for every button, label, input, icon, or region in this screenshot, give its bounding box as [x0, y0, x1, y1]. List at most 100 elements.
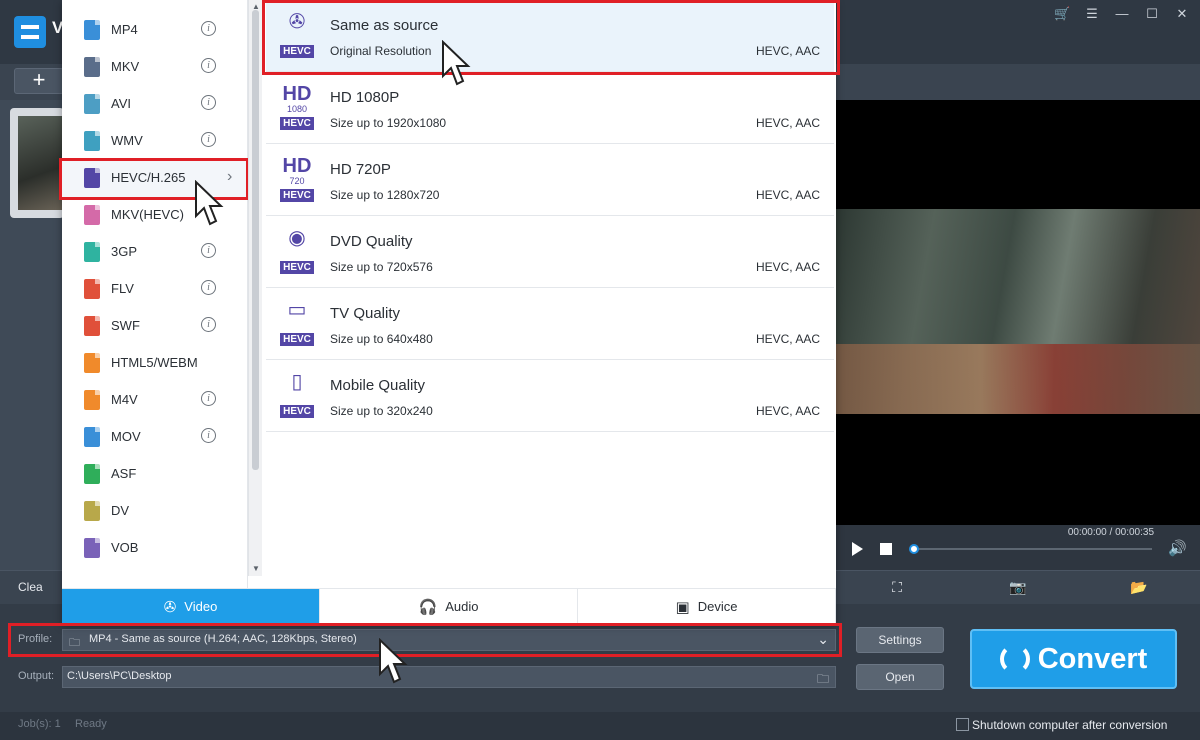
- info-icon[interactable]: i: [201, 428, 216, 443]
- format-item[interactable]: MKV i: [62, 48, 248, 85]
- stop-icon[interactable]: [880, 543, 892, 555]
- output-path-field[interactable]: C:\Users\PC\Desktop 🗀: [62, 666, 836, 688]
- file-format-icon: [84, 131, 100, 151]
- selected-preset-highlight: [262, 0, 840, 75]
- info-icon[interactable]: i: [201, 243, 216, 258]
- format-item[interactable]: AVI i: [62, 85, 248, 122]
- open-button[interactable]: Open: [856, 664, 944, 690]
- info-icon[interactable]: i: [201, 391, 216, 406]
- preset-item[interactable]: ◉ HEVC DVD Quality Size up to 720x576 HEVC, …: [266, 216, 834, 288]
- tab-label: Video: [184, 599, 218, 614]
- preset-subtitle: Size up to 720x576: [330, 260, 433, 274]
- preset-codec: HEVC, AAC: [755, 404, 820, 418]
- seek-bar[interactable]: [910, 548, 1152, 550]
- format-item[interactable]: M4V i: [62, 381, 248, 418]
- preset-item[interactable]: HD 720 HEVC HD 720P Size up to 1280x720 HEVC,…: [266, 144, 834, 216]
- convert-button[interactable]: Convert: [970, 629, 1177, 689]
- preset-item[interactable]: ▯ HEVC Mobile Quality Size up to 320x240 HEV…: [266, 360, 834, 432]
- file-format-icon: [84, 464, 100, 484]
- format-dropdown: MP4 i MKV i AVI i WMV i HEVC/H.265 › MKV(HEVC) 3GP i…: [59, 0, 840, 624]
- menu-icon[interactable]: ☰: [1084, 6, 1100, 22]
- shutdown-checkbox[interactable]: [956, 718, 969, 731]
- thumbnail-image: [18, 116, 64, 210]
- minimize-icon[interactable]: —: [1114, 6, 1130, 22]
- format-name: HEVC/H.265: [111, 170, 186, 185]
- preset-codec: HEVC, AAC: [755, 260, 820, 274]
- app-logo: [14, 16, 46, 48]
- preset-codec: HEVC, AAC: [755, 116, 820, 130]
- format-item[interactable]: SWF i: [62, 307, 248, 344]
- preset-codec: HEVC, AAC: [755, 332, 820, 346]
- time-readout: 00:00:00 / 00:00:35: [1067, 527, 1154, 538]
- info-icon[interactable]: i: [201, 21, 216, 36]
- refresh-icon: [999, 644, 1030, 674]
- video-frame: [835, 209, 1200, 414]
- scroll-down-icon[interactable]: ▼: [252, 564, 260, 573]
- add-file-button[interactable]: +: [14, 68, 64, 94]
- film-reel-icon: ✇: [163, 598, 177, 616]
- tab-device[interactable]: ▣ Device: [578, 589, 836, 624]
- preset-title: DVD Quality: [330, 233, 413, 250]
- maximize-icon[interactable]: ☐: [1144, 6, 1160, 22]
- file-format-icon: [84, 94, 100, 114]
- browse-folder-icon[interactable]: 🗀: [817, 670, 829, 691]
- format-name: MKV(HEVC): [111, 207, 184, 222]
- headphones-icon: 🎧: [418, 598, 438, 616]
- format-item[interactable]: MP4 i: [62, 11, 248, 48]
- hevc-preset-icon: HD 720 HEVC: [280, 154, 314, 202]
- device-icon: ▣: [675, 598, 690, 616]
- preset-item[interactable]: HD 1080 HEVC HD 1080P Size up to 1920x1080 HE…: [266, 72, 834, 144]
- preset-glyph: ◉: [288, 227, 306, 249]
- category-tabs: ✇ Video 🎧 Audio ▣ Device: [62, 588, 836, 624]
- play-icon[interactable]: [852, 542, 863, 556]
- file-format-icon: [84, 427, 100, 447]
- volume-icon[interactable]: 🔊: [1168, 540, 1187, 558]
- tab-video[interactable]: ✇ Video: [62, 589, 320, 624]
- format-item[interactable]: VOB: [62, 529, 248, 566]
- info-icon[interactable]: i: [201, 132, 216, 147]
- cart-icon[interactable]: 🛒: [1054, 6, 1070, 22]
- format-name: WMV: [111, 133, 143, 148]
- profile-highlight: [8, 623, 842, 657]
- file-format-icon: [84, 242, 100, 262]
- info-icon[interactable]: i: [201, 95, 216, 110]
- settings-button[interactable]: Settings: [856, 627, 944, 653]
- preset-item[interactable]: ▭ HEVC TV Quality Size up to 640x480 HEVC, A…: [266, 288, 834, 360]
- format-item[interactable]: DV: [62, 492, 248, 529]
- format-name: VOB: [111, 540, 139, 555]
- format-item[interactable]: HTML5/WEBM: [62, 344, 248, 381]
- format-name: MOV: [111, 429, 141, 444]
- format-item[interactable]: WMV i: [62, 122, 248, 159]
- info-icon[interactable]: i: [201, 58, 216, 73]
- format-item[interactable]: ASF: [62, 455, 248, 492]
- info-icon[interactable]: i: [201, 280, 216, 295]
- info-icon[interactable]: i: [201, 317, 216, 332]
- format-item[interactable]: 3GP i: [62, 233, 248, 270]
- file-thumbnail[interactable]: [10, 108, 64, 218]
- preset-subtitle: Size up to 1920x1080: [330, 116, 447, 130]
- file-format-icon: [84, 316, 100, 336]
- preset-subtitle: Size up to 1280x720: [330, 188, 440, 202]
- snapshot-icon[interactable]: 📷: [1009, 578, 1027, 596]
- format-scrollbar[interactable]: ▲ ▼: [248, 0, 262, 576]
- tab-label: Audio: [445, 599, 479, 614]
- clear-button[interactable]: Clea: [18, 580, 43, 594]
- hevc-badge: HEVC: [280, 405, 314, 418]
- format-name: M4V: [111, 392, 138, 407]
- format-item[interactable]: FLV i: [62, 270, 248, 307]
- format-item[interactable]: MOV i: [62, 418, 248, 455]
- open-folder-icon[interactable]: 📂: [1130, 578, 1148, 596]
- tab-audio[interactable]: 🎧 Audio: [320, 589, 578, 624]
- file-format-icon: [84, 501, 100, 521]
- close-icon[interactable]: ✕: [1174, 6, 1190, 22]
- preset-glyph-sub: 720: [289, 176, 305, 186]
- preset-subtitle: Size up to 640x480: [330, 332, 433, 346]
- hevc-preset-icon: ▯ HEVC: [280, 370, 314, 418]
- crop-icon[interactable]: ⛶: [888, 578, 906, 596]
- format-name: DV: [111, 503, 130, 518]
- preset-glyph: ▭: [287, 299, 307, 321]
- jobs-count: Job(s): 1: [18, 718, 61, 730]
- file-format-icon: [84, 168, 100, 188]
- seek-handle[interactable]: [909, 544, 919, 554]
- scroll-thumb[interactable]: [252, 10, 259, 470]
